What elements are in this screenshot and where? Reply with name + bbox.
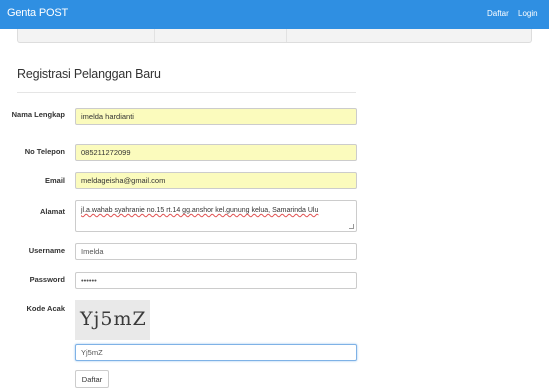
page-title: Registrasi Pelanggan Baru [17,67,161,81]
username-label: Username [28,246,65,255]
telepon-input[interactable]: 085211272099 [75,144,357,161]
username-value: Imelda [81,247,104,256]
kode-acak-label: Kode Acak [26,304,66,313]
brand-link[interactable]: Genta POST [7,7,68,19]
resize-handle[interactable] [349,224,354,229]
username-input[interactable]: Imelda [75,243,357,260]
password-label: Password [29,275,65,284]
captcha-image: Yj5mZ [75,300,150,340]
kode-acak-value: Yj5mZ [81,348,103,357]
daftar-button[interactable]: Daftar [75,370,109,388]
sub-menu-divider [286,29,287,42]
captcha-text: Yj5mZ [80,308,147,330]
kode-acak-input[interactable]: Yj5mZ [75,344,357,361]
nav-daftar-link[interactable]: Daftar [487,9,509,18]
top-navbar: Genta POST Daftar Login [0,0,549,29]
nama-label: Nama Lengkap [11,110,65,119]
alamat-label: Alamat [39,207,65,216]
sub-menu-divider [154,29,155,42]
title-divider [17,92,356,93]
sub-menu-bar [17,29,532,43]
nama-input[interactable]: imelda hardianti [75,108,357,125]
email-value: meldageisha@gmail.com [81,176,166,185]
email-input[interactable]: meldageisha@gmail.com [75,172,357,189]
email-label: Email [44,176,65,185]
telepon-value: 085211272099 [81,148,131,157]
alamat-value: jl.a.wahab syahranie no.15 rt.14 gg.ansh… [81,207,319,214]
alamat-textarea[interactable]: jl.a.wahab syahranie no.15 rt.14 gg.ansh… [75,200,357,232]
nama-value: imelda hardianti [81,112,134,121]
nav-login-link[interactable]: Login [518,9,538,18]
password-value: •••••• [81,276,97,285]
password-input[interactable]: •••••• [75,272,357,289]
telepon-label: No Telepon [24,147,65,156]
